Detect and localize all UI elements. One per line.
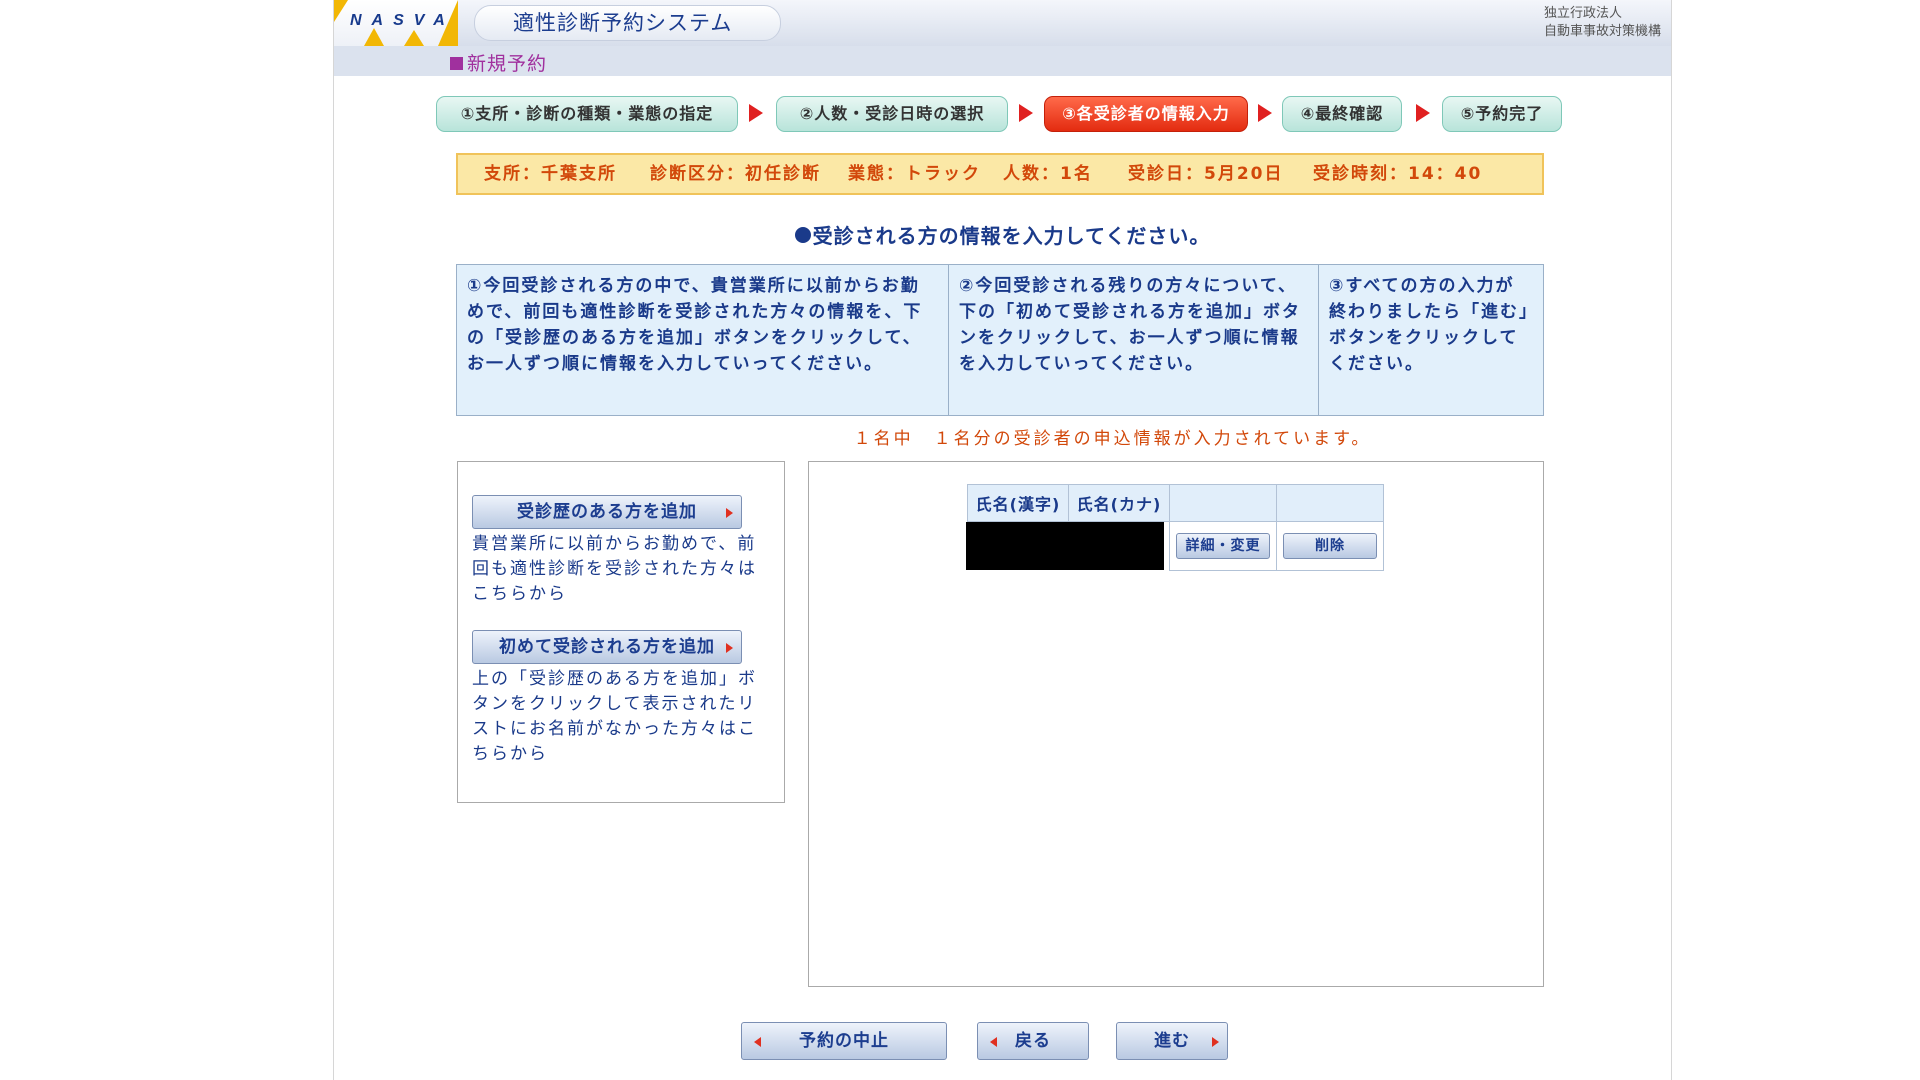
bullet-icon <box>794 227 811 243</box>
add-existing-description: 貴営業所に以前からお勤めで、前回も適性診断を受診された方々はこちらから <box>472 534 757 604</box>
next-label: 進む <box>1154 1031 1190 1051</box>
edit-cell: 詳細・変更 <box>1169 521 1277 571</box>
add-person-panel: 受診歴のある方を追加 貴営業所に以前からお勤めで、前回も適性診断を受診された方々… <box>457 461 785 803</box>
add-new-label: 初めて受診される方を追加 <box>499 637 715 657</box>
cancel-reservation-button[interactable]: 予約の中止 <box>741 1022 947 1060</box>
delete-button[interactable]: 削除 <box>1283 532 1377 559</box>
guide-step-1: ①今回受診される方の中で、貴営業所に以前からお勤めで、前回も適性診断を受診された… <box>457 265 949 415</box>
section-title: 新規予約 <box>450 49 547 76</box>
step-2: ②人数・受診日時の選択 <box>776 96 1008 132</box>
header: NASVA 適性診断予約システム 独立行政法人 自動車事故対策機構 <box>334 0 1671 46</box>
instruction: 受診される方の情報を入力してください。 <box>334 220 1671 249</box>
summary-date: 受診日：5月20日 <box>1128 164 1284 184</box>
entry-count: １名中 １名分の受診者の申込情報が入力されています。 <box>853 429 1372 449</box>
nasva-logo: NASVA <box>334 0 458 46</box>
arrow-left-icon <box>754 1037 761 1047</box>
summary-business: 業態：トラック <box>848 164 981 184</box>
guide-step-2: ②今回受診される残りの方々について、下の「初めて受診される方を追加」ボタンをクリ… <box>949 265 1319 415</box>
section-title-text: 新規予約 <box>467 53 548 75</box>
guide-step-3: ③すべての方の入力が終わりましたら「進む」ボタンをクリックしてください。 <box>1329 276 1530 374</box>
next-button[interactable]: 進む <box>1116 1022 1228 1060</box>
org-line-1: 独立行政法人 <box>1543 6 1622 21</box>
logo-text: NASVA <box>350 12 455 29</box>
section-bar: 新規予約 <box>334 46 1671 76</box>
step-3-active: ③各受診者の情報入力 <box>1044 96 1248 132</box>
arrow-right-icon <box>726 643 733 653</box>
examinee-table: 氏名(漢字) 氏名(カナ) 詳細・変更 削除 <box>965 484 1384 571</box>
guide-box: ①今回受診される方の中で、貴営業所に以前からお勤めで、前回も適性診断を受診された… <box>456 264 1544 416</box>
col-name-kana: 氏名(カナ) <box>1068 484 1170 522</box>
square-icon <box>450 57 463 70</box>
examinee-list-panel: 氏名(漢字) 氏名(カナ) 詳細・変更 削除 <box>808 461 1544 987</box>
back-button[interactable]: 戻る <box>977 1022 1089 1060</box>
step-arrow-icon <box>1019 104 1033 122</box>
step-5: ⑤予約完了 <box>1442 96 1562 132</box>
arrow-right-icon <box>1212 1037 1219 1047</box>
step-arrow-icon <box>1258 104 1272 122</box>
col-name-kanji: 氏名(漢字) <box>967 484 1069 522</box>
col-delete <box>1276 484 1384 522</box>
summary-branch: 支所：千葉支所 <box>484 164 617 184</box>
table-header-row: 氏名(漢字) 氏名(カナ) <box>967 484 1384 522</box>
system-title: 適性診断予約システム <box>474 5 781 41</box>
add-existing-label: 受診歴のある方を追加 <box>517 502 697 522</box>
step-arrow-icon <box>1416 104 1430 122</box>
step-4: ④最終確認 <box>1282 96 1402 132</box>
add-new-button[interactable]: 初めて受診される方を追加 <box>472 630 742 664</box>
page: NASVA 適性診断予約システム 独立行政法人 自動車事故対策機構 新規予約 ①… <box>333 0 1672 1080</box>
table-row: 詳細・変更 削除 <box>965 521 1384 571</box>
redacted-name <box>965 522 1170 570</box>
organization-name: 独立行政法人 自動車事故対策機構 <box>1544 5 1661 41</box>
back-label: 戻る <box>1015 1031 1051 1051</box>
progress-steps: ①支所・診断の種類・業態の指定 ②人数・受診日時の選択 ③各受診者の情報入力 ④… <box>436 96 1576 132</box>
step-1: ①支所・診断の種類・業態の指定 <box>436 96 738 132</box>
redaction-block <box>965 522 1164 570</box>
step-arrow-icon <box>749 104 763 122</box>
summary-people: 人数：1名 <box>1003 164 1093 184</box>
instruction-text: 受診される方の情報を入力してください。 <box>812 224 1211 248</box>
reservation-summary: 支所：千葉支所 診断区分：初任診断 業態：トラック 人数：1名 受診日：5月20… <box>456 153 1544 195</box>
col-edit <box>1169 484 1277 522</box>
arrow-right-icon <box>726 508 733 518</box>
cancel-label: 予約の中止 <box>799 1031 889 1051</box>
org-line-2: 自動車事故対策機構 <box>1543 24 1661 39</box>
summary-category: 診断区分：初任診断 <box>650 164 821 184</box>
summary-time: 受診時刻：14：40 <box>1313 164 1483 184</box>
arrow-left-icon <box>990 1037 997 1047</box>
edit-button[interactable]: 詳細・変更 <box>1176 532 1270 559</box>
delete-cell: 削除 <box>1276 521 1384 571</box>
add-new-description: 上の「受診歴のある方を追加」ボタンをクリックして表示されたリストにお名前がなかっ… <box>472 669 757 764</box>
add-existing-button[interactable]: 受診歴のある方を追加 <box>472 495 742 529</box>
